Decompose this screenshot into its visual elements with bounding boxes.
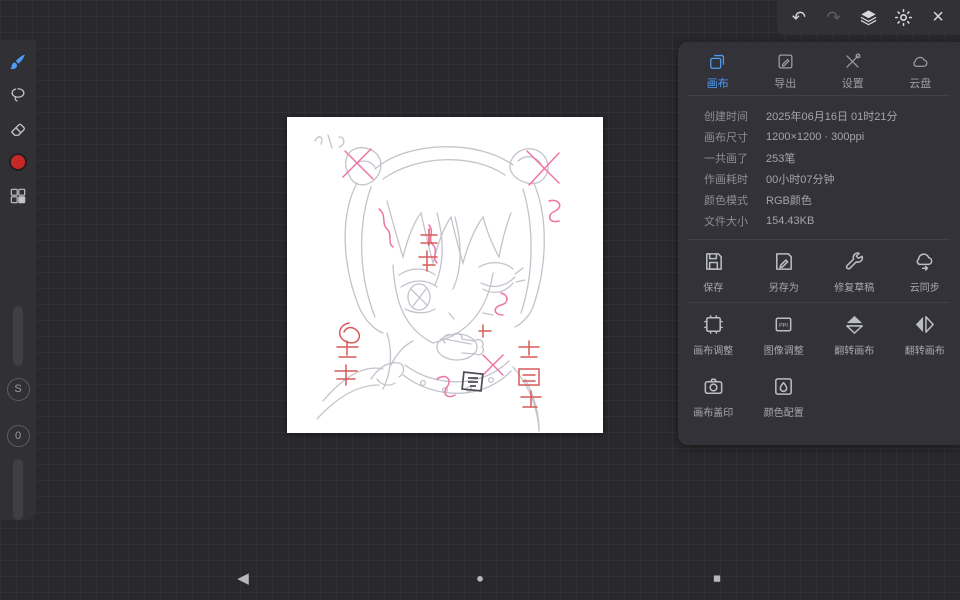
- info-value: 00小时07分钟: [766, 173, 835, 186]
- save-button[interactable]: 保存: [678, 250, 749, 294]
- flip-canvas-vertical-button[interactable]: 翻转画布: [819, 313, 890, 357]
- canvas-adjust-icon: [703, 315, 723, 334]
- save-as-label: 另存为: [768, 283, 799, 294]
- canvas-adjust-button[interactable]: 画布调整: [678, 313, 749, 357]
- brush-icon: [10, 54, 25, 69]
- app-screen: ↶ ↷ × S 0 画布 导出 设置 云盘 创建时间 2025年06月16日 0…: [0, 0, 960, 600]
- tab-canvas[interactable]: 画布: [684, 52, 752, 91]
- flip-vertical-icon: [845, 315, 863, 334]
- canvas-stamp-label: 画布盖印: [693, 408, 734, 419]
- flip-horizontal-label: 翻转画布: [904, 346, 945, 357]
- undo-button[interactable]: ↶: [786, 5, 812, 31]
- info-label: 颜色模式: [704, 194, 748, 207]
- system-navbar: ◀ ● ■: [0, 556, 960, 600]
- info-value: 2025年06月16日 01时21分: [766, 110, 898, 123]
- actions-row-1: 保存 另存为 修复草稿 云同步: [678, 240, 960, 302]
- save-icon: [705, 253, 722, 270]
- gear-icon: [894, 8, 912, 27]
- info-label: 创建时间: [704, 110, 748, 123]
- save-as-icon: [776, 253, 793, 270]
- top-toolbar: ↶ ↷ ×: [777, 0, 960, 35]
- tab-cloud[interactable]: 云盘: [887, 52, 955, 91]
- eraser-icon: [11, 123, 25, 136]
- grid-icon: [10, 188, 26, 204]
- color-profile-button[interactable]: 颜色配置: [749, 375, 820, 419]
- image-adjust-button[interactable]: PPI 图像调整: [749, 313, 820, 357]
- info-row-strokes: 一共画了 253笔: [704, 147, 960, 168]
- drawing-canvas[interactable]: [287, 117, 603, 433]
- nav-recents-button[interactable]: ■: [713, 571, 721, 586]
- actions-row-2: 画布调整 PPI 图像调整 翻转画布 翻转画布: [678, 303, 960, 365]
- info-value: 1200×1200 · 300ppi: [766, 130, 865, 143]
- info-row-created: 创建时间 2025年06月16日 01时21分: [704, 105, 960, 126]
- opacity-slider[interactable]: [13, 459, 23, 520]
- redo-icon: ↷: [826, 7, 841, 27]
- svg-text:PPI: PPI: [779, 323, 788, 329]
- info-row-time: 作画耗时 00小时07分钟: [704, 168, 960, 189]
- panel-tabs: 画布 导出 设置 云盘: [678, 42, 960, 95]
- layers-panel-button[interactable]: [6, 184, 30, 207]
- flip-horizontal-icon: [916, 316, 935, 333]
- tab-export[interactable]: 导出: [752, 52, 820, 91]
- tab-canvas-label: 画布: [706, 78, 729, 90]
- close-icon: ×: [932, 6, 944, 28]
- color-profile-label: 颜色配置: [763, 408, 804, 419]
- cloud-tab-icon: [913, 56, 928, 67]
- left-toolbar: S 0: [0, 40, 36, 520]
- color-profile-icon: [775, 378, 793, 395]
- export-tab-icon: [778, 54, 793, 69]
- flip-canvas-horizontal-button[interactable]: 翻转画布: [890, 313, 960, 357]
- tab-export-label: 导出: [774, 78, 797, 90]
- info-value: RGB颜色: [766, 194, 812, 207]
- brush-size-slider[interactable]: [13, 305, 23, 367]
- info-row-size: 画布尺寸 1200×1200 · 300ppi: [704, 126, 960, 147]
- repair-draft-button[interactable]: 修复草稿: [819, 250, 890, 294]
- cloud-sync-button[interactable]: 云同步: [890, 250, 960, 294]
- actions-row-3: 画布盖印 颜色配置: [678, 365, 960, 431]
- tab-settings-label: 设置: [841, 78, 864, 90]
- info-label: 画布尺寸: [704, 131, 748, 144]
- tab-settings[interactable]: 设置: [819, 52, 887, 91]
- info-label: 一共画了: [704, 152, 748, 165]
- layers-icon: [860, 10, 877, 26]
- info-label: 文件大小: [704, 215, 748, 228]
- save-label: 保存: [703, 283, 724, 294]
- canvas-artwork: [314, 134, 561, 432]
- color-swatch[interactable]: [9, 153, 27, 172]
- smudge-tool-button[interactable]: [6, 83, 30, 106]
- camera-icon: [704, 378, 723, 394]
- stabilizer-button[interactable]: S: [6, 378, 30, 401]
- smudge-icon: [11, 88, 25, 102]
- image-adjust-icon: PPI: [775, 317, 792, 332]
- repair-draft-label: 修复草稿: [834, 283, 875, 294]
- info-value: 253笔: [766, 152, 796, 165]
- info-value: 154.43KB: [766, 214, 815, 227]
- undo-icon: ↶: [791, 7, 806, 27]
- value-button[interactable]: 0: [6, 424, 30, 448]
- layers-button[interactable]: [855, 5, 881, 31]
- image-adjust-label: 图像调整: [763, 346, 804, 357]
- nav-home-button[interactable]: ●: [476, 571, 484, 586]
- cloud-sync-label: 云同步: [909, 283, 940, 294]
- canvas-tab-icon: [710, 54, 725, 69]
- info-label: 作画耗时: [704, 173, 748, 186]
- canvas-adjust-label: 画布调整: [693, 346, 734, 357]
- canvas-settings-panel: 画布 导出 设置 云盘 创建时间 2025年06月16日 01时21分 画布尺寸…: [678, 42, 960, 445]
- info-row-filesize: 文件大小 154.43KB: [704, 210, 960, 231]
- cloud-sync-icon: [916, 253, 933, 271]
- tab-cloud-label: 云盘: [909, 78, 932, 90]
- settings-button[interactable]: [890, 5, 916, 31]
- save-as-button[interactable]: 另存为: [749, 250, 820, 294]
- flip-vertical-label: 翻转画布: [834, 346, 875, 357]
- canvas-stamp-button[interactable]: 画布盖印: [678, 375, 749, 419]
- redo-button[interactable]: ↷: [821, 5, 847, 31]
- nav-back-button[interactable]: ◀: [237, 569, 249, 587]
- wrench-icon: [845, 252, 863, 270]
- canvas-info-list: 创建时间 2025年06月16日 01时21分 画布尺寸 1200×1200 ·…: [678, 96, 960, 239]
- settings-tab-icon: [846, 53, 861, 68]
- close-button[interactable]: ×: [925, 5, 951, 31]
- brush-tool-button[interactable]: [6, 50, 30, 73]
- eraser-tool-button[interactable]: [6, 117, 30, 140]
- info-row-colormode: 颜色模式 RGB颜色: [704, 189, 960, 210]
